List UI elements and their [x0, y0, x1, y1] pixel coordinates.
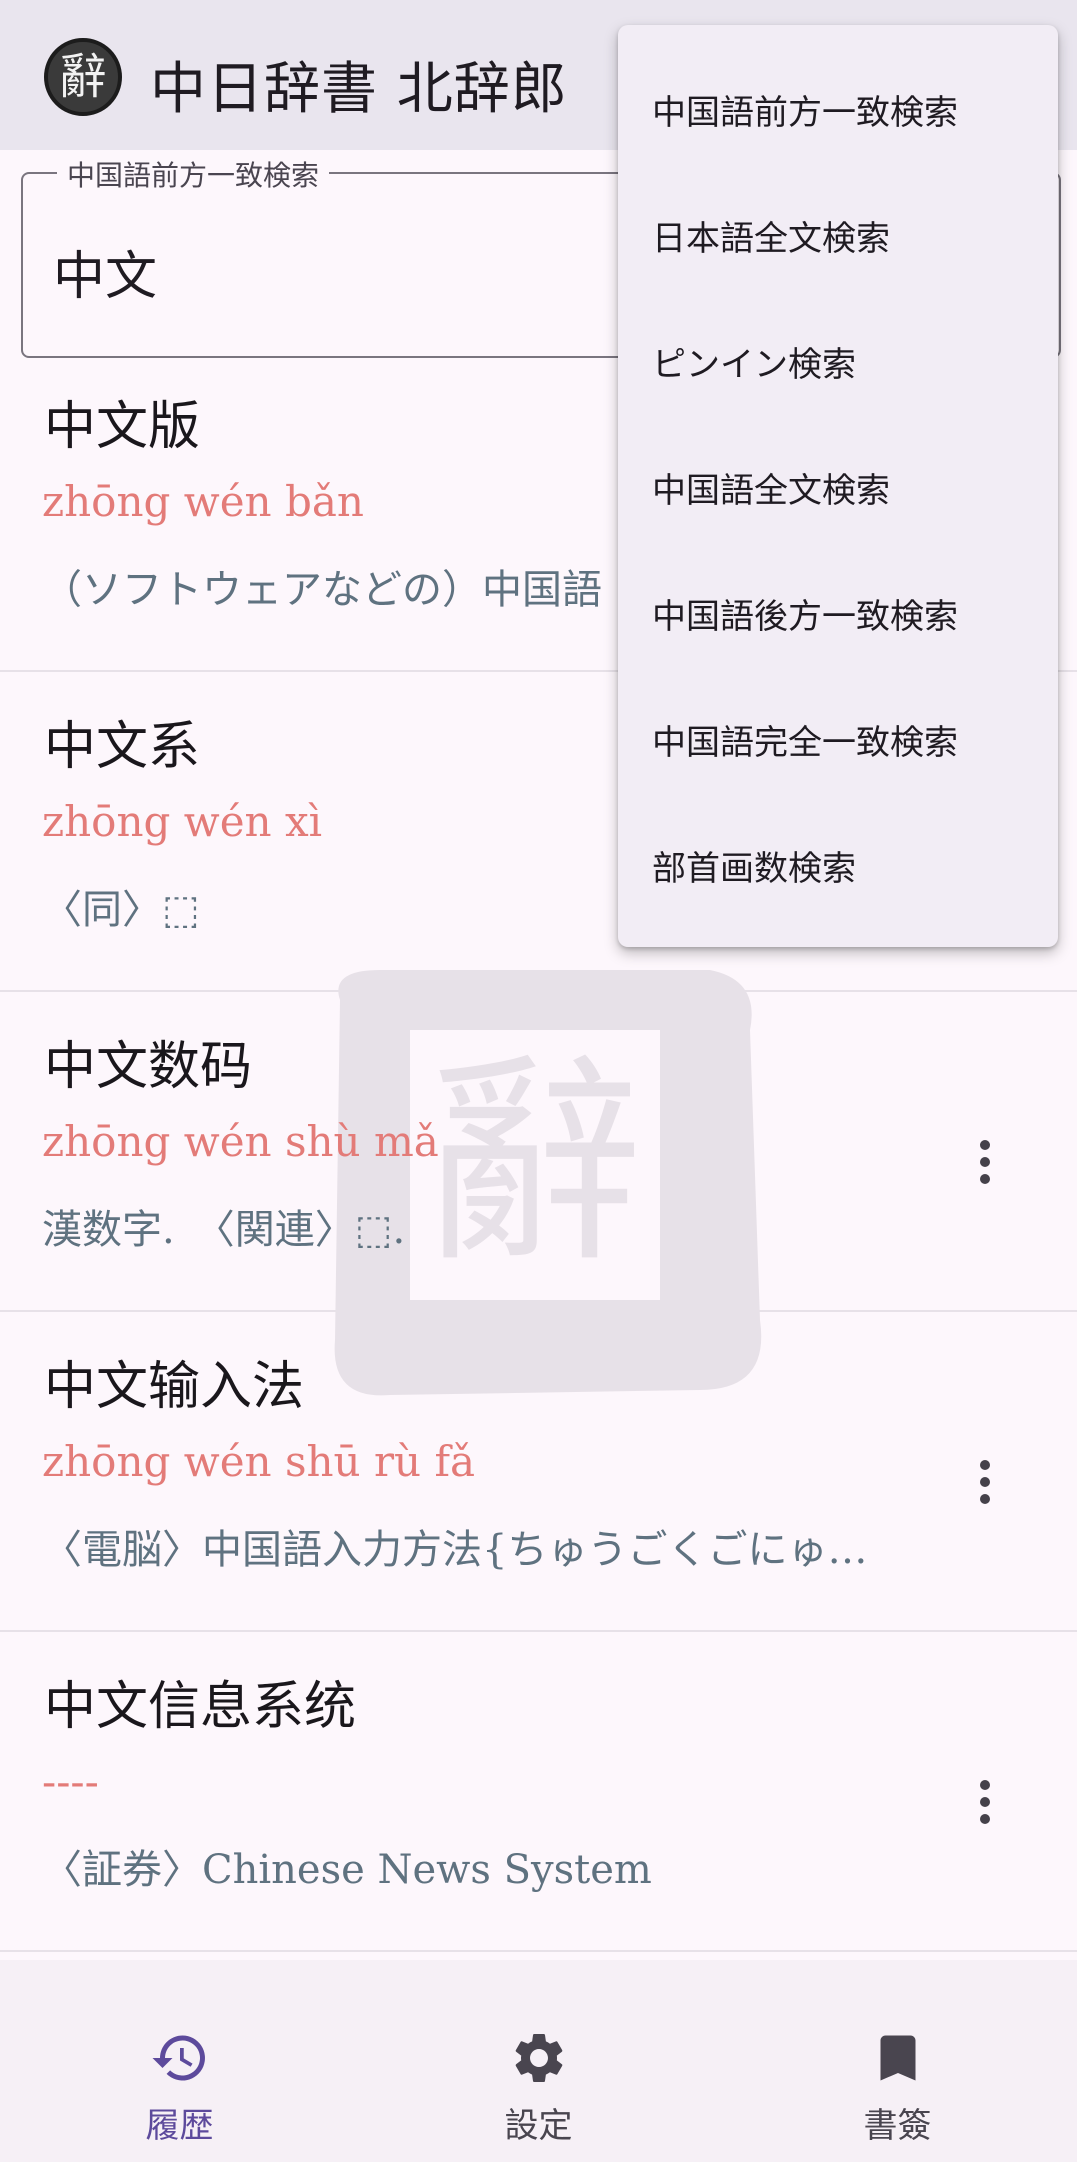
menu-item-pinyin-search[interactable]: ピンイン検索 — [652, 337, 856, 386]
nav-label: 設定 — [504, 2106, 573, 2146]
menu-item-chinese-fulltext[interactable]: 中国語全文検索 — [652, 463, 890, 512]
gear-icon — [515, 2034, 562, 2082]
entry-pinyin: zhōng wén xì — [42, 797, 323, 846]
app-logo: 辭 — [44, 38, 122, 116]
menu-item-suffix-search[interactable]: 中国語後方一致検索 — [652, 589, 958, 638]
nav-bookmarks[interactable]: 書簽 — [718, 1960, 1077, 2162]
nav-history[interactable]: 履歴 — [0, 1960, 359, 2162]
entry-pinyin: zhōng wén shù mǎ — [42, 1117, 439, 1166]
more-vert-icon[interactable] — [955, 1132, 1015, 1192]
menu-item-exact-search[interactable]: 中国語完全一致検索 — [652, 715, 958, 764]
menu-item-japanese-fulltext[interactable]: 日本語全文検索 — [652, 211, 890, 260]
result-row[interactable]: 中文输入法 zhōng wén shū rù fǎ 〈電脳〉中国語入力方法{ちゅ… — [0, 1312, 1077, 1632]
app-logo-glyph: 辭 — [58, 49, 107, 105]
search-input[interactable]: 中文 — [53, 234, 157, 309]
entry-word: 中文输入法 — [44, 1357, 305, 1417]
bottom-nav: 履歴 設定 書簽 — [0, 1960, 1077, 2162]
entry-word: 中文版 — [44, 397, 201, 457]
entry-pinyin: zhōng wén shū rù fǎ — [42, 1437, 476, 1486]
more-vert-icon[interactable] — [955, 1772, 1015, 1832]
entry-word: 中文信息系统 — [44, 1677, 357, 1737]
history-icon — [152, 2035, 205, 2081]
entry-definition: 〈証券〉Chinese News System — [42, 1847, 652, 1893]
result-row[interactable]: 中文数码 zhōng wén shù mǎ 漢数字. 〈関連〉⬚. — [0, 992, 1077, 1312]
entry-word: 中文系 — [44, 717, 201, 777]
nav-label: 書簽 — [863, 2106, 932, 2146]
nav-label: 履歴 — [145, 2106, 214, 2146]
search-mode-menu: 中国語前方一致検索 日本語全文検索 ピンイン検索 中国語全文検索 中国語後方一致… — [618, 25, 1058, 947]
entry-pinyin: ---- — [42, 1757, 99, 1806]
menu-item-prefix-search[interactable]: 中国語前方一致検索 — [652, 85, 958, 134]
entry-definition: 漢数字. 〈関連〉⬚. — [42, 1207, 406, 1253]
menu-item-radical-search[interactable]: 部首画数検索 — [652, 841, 856, 890]
more-vert-icon[interactable] — [955, 1452, 1015, 1512]
search-mode-label: 中国語前方一致検索 — [57, 154, 330, 194]
result-row[interactable]: 中文信息系统 ---- 〈証券〉Chinese News System — [0, 1632, 1077, 1952]
entry-definition: 〈電脳〉中国語入力方法{ちゅうごくごにゅ… — [42, 1527, 868, 1573]
entry-word: 中文数码 — [44, 1037, 253, 1097]
bookmark-icon — [880, 2035, 915, 2081]
nav-settings[interactable]: 設定 — [359, 1960, 718, 2162]
app-title: 中日辞書 北辞郎 — [150, 57, 568, 122]
entry-pinyin: zhōng wén bǎn — [42, 477, 364, 526]
